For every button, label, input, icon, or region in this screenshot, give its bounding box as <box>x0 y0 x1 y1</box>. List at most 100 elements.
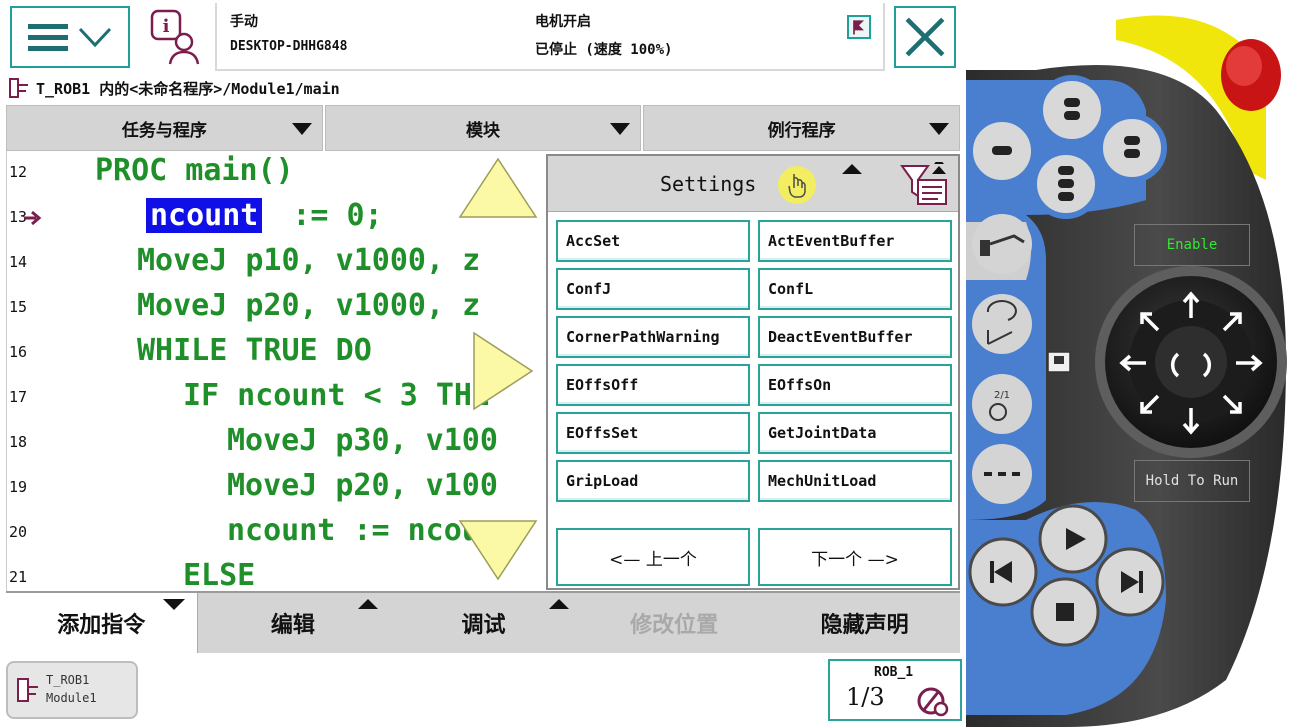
close-button[interactable] <box>894 6 956 68</box>
line-number: 19 <box>9 478 28 496</box>
jog-mode-icon <box>917 687 949 717</box>
hand-cursor-icon <box>788 174 806 198</box>
event-log-icon[interactable]: i <box>148 8 206 66</box>
close-window-button[interactable] <box>1036 15 1054 33</box>
hide-declarations-button[interactable]: 隐藏声明 <box>769 593 960 653</box>
toggle-axes-button[interactable]: 2/1 <box>968 370 1036 438</box>
code-line-rest: := 0; <box>292 198 383 233</box>
menu-up-icon <box>548 599 569 609</box>
code-line[interactable]: MoveJ p20, v1000, z <box>137 288 480 323</box>
joystick[interactable] <box>1112 284 1270 442</box>
code-line[interactable]: ELSE <box>183 558 255 591</box>
debug-label: 调试 <box>461 613 506 638</box>
flag-icon <box>847 15 871 39</box>
controller-host: DESKTOP-DHHG848 <box>230 39 348 54</box>
minimize-window-button[interactable] <box>1006 15 1024 33</box>
instruction-confl[interactable]: ConfL <box>758 268 952 310</box>
tasks-and-programs-label: 任务与程序 <box>121 120 207 141</box>
routines-dropdown[interactable]: 例行程序 <box>643 105 961 151</box>
breadcrumb: T_ROB1 内的<未命名程序>/Module1/main <box>0 72 966 104</box>
screenshot-button[interactable] <box>1008 44 1028 62</box>
code-line[interactable]: MoveJ p20, v100 <box>227 468 498 503</box>
line-number: 16 <box>9 343 28 361</box>
chevron-down-icon <box>78 27 112 48</box>
instruction-cornerpathwarning[interactable]: CornerPathWarning <box>556 316 750 358</box>
line-number: 17 <box>9 388 28 406</box>
debug-button[interactable]: 调试 <box>388 593 579 653</box>
breadcrumb-path: T_ROB1 内的<未命名程序>/Module1/main <box>36 79 340 98</box>
scroll-down-button[interactable] <box>457 518 539 582</box>
selected-token[interactable]: ncount <box>146 198 263 233</box>
quickset-robot-button[interactable]: ROB_1 1/3 <box>828 659 962 721</box>
menu-up-icon <box>358 599 379 609</box>
swap-hand-button[interactable] <box>978 44 998 62</box>
flexpendant-hardware: 2/1 Enable Hold To Run <box>966 0 1296 727</box>
next-page-button[interactable]: 下一个 —> <box>758 528 952 586</box>
instruction-accset[interactable]: AccSet <box>556 220 750 262</box>
svg-text:i: i <box>163 16 170 37</box>
hide-declarations-label: 隐藏声明 <box>820 613 909 638</box>
instruction-eoffson[interactable]: EOffsOn <box>758 364 952 406</box>
tasks-and-programs-dropdown[interactable]: 任务与程序 <box>6 105 323 151</box>
motor-status: 电机开启 <box>535 14 591 30</box>
dropdown-arrow-icon <box>929 123 950 135</box>
edit-label: 编辑 <box>270 613 315 638</box>
toggle-increment-button[interactable] <box>968 440 1036 508</box>
svg-text:2/1: 2/1 <box>994 390 1010 401</box>
status-bar[interactable]: 手动 DESKTOP-DHHG848 电机开启 已停止 (速度 100%) <box>215 3 885 71</box>
key-2-button[interactable] <box>1096 112 1168 184</box>
filter-icon[interactable] <box>898 162 950 208</box>
code-line[interactable]: PROC main() <box>95 153 294 188</box>
line-number: 18 <box>9 433 28 451</box>
add-instruction-label: 添加指令 <box>57 613 146 638</box>
modules-label: 模块 <box>466 120 500 141</box>
line-number: 12 <box>9 163 28 181</box>
maximize-window-button[interactable] <box>978 15 996 33</box>
scroll-up-button[interactable] <box>457 156 539 220</box>
select-mechanical-unit-button[interactable] <box>968 210 1036 278</box>
instruction-acteventbuffer[interactable]: ActEventBuffer <box>758 220 952 262</box>
step-forward-button[interactable] <box>1093 545 1167 619</box>
add-instruction-button[interactable]: 添加指令 <box>6 593 198 653</box>
line-number: 20 <box>9 523 28 541</box>
instruction-deacteventbuffer[interactable]: DeactEventBuffer <box>758 316 952 358</box>
program-pointer-icon <box>24 210 42 226</box>
scroll-right-button[interactable] <box>471 330 535 412</box>
edit-button[interactable]: 编辑 <box>198 593 389 653</box>
stop-button[interactable] <box>1028 575 1102 649</box>
instruction-getjointdata[interactable]: GetJointData <box>758 412 952 454</box>
modify-position-button: 修改位置 <box>579 593 770 653</box>
instruction-eoffsset[interactable]: EOffsSet <box>556 412 750 454</box>
key-minus-button[interactable] <box>966 115 1038 187</box>
key-3-button[interactable] <box>1030 148 1102 220</box>
hold-to-run-button[interactable]: Hold To Run <box>1134 460 1250 502</box>
code-line[interactable]: IF ncount < 3 THE <box>183 378 490 413</box>
popup-collapse-icon[interactable] <box>842 164 862 174</box>
taskbar-program-editor[interactable]: T_ROB1 Module1 <box>6 661 138 719</box>
line-number: 21 <box>9 568 28 586</box>
instruction-confj[interactable]: ConfJ <box>556 268 750 310</box>
modules-dropdown[interactable]: 模块 <box>324 105 642 151</box>
code-line[interactable]: MoveJ p10, v1000, z <box>137 243 480 278</box>
toggle-motion-mode-button[interactable] <box>968 290 1036 358</box>
popup-header[interactable]: Settings <box>548 156 958 212</box>
line-number: 14 <box>9 253 28 271</box>
code-line[interactable]: ncount := 0; <box>146 198 383 233</box>
instruction-gripload[interactable]: GripLoad <box>556 460 750 502</box>
program-editor-icon <box>17 678 38 702</box>
module-name: Module1 <box>46 691 97 705</box>
dropdown-arrow-icon <box>610 123 631 135</box>
robot-label: ROB_1 <box>874 665 914 680</box>
code-line[interactable]: MoveJ p30, v100 <box>227 423 498 458</box>
previous-page-button[interactable]: <— 上一个 <box>556 528 750 586</box>
code-line[interactable]: WHILE TRUE DO <box>137 333 372 368</box>
menu-open-icon <box>162 599 185 610</box>
instruction-eoffsoff[interactable]: EOffsOff <box>556 364 750 406</box>
speed-fraction: 1/3 <box>846 683 885 711</box>
abb-menu-button[interactable] <box>10 6 130 68</box>
popup-title: Settings <box>660 172 757 196</box>
enable-button[interactable]: Enable <box>1134 224 1250 266</box>
command-bar: 添加指令 编辑 调试 修改位置 隐藏声明 <box>6 591 960 653</box>
instruction-mechunitload[interactable]: MechUnitLoad <box>758 460 952 502</box>
hamburger-icon <box>28 23 68 51</box>
